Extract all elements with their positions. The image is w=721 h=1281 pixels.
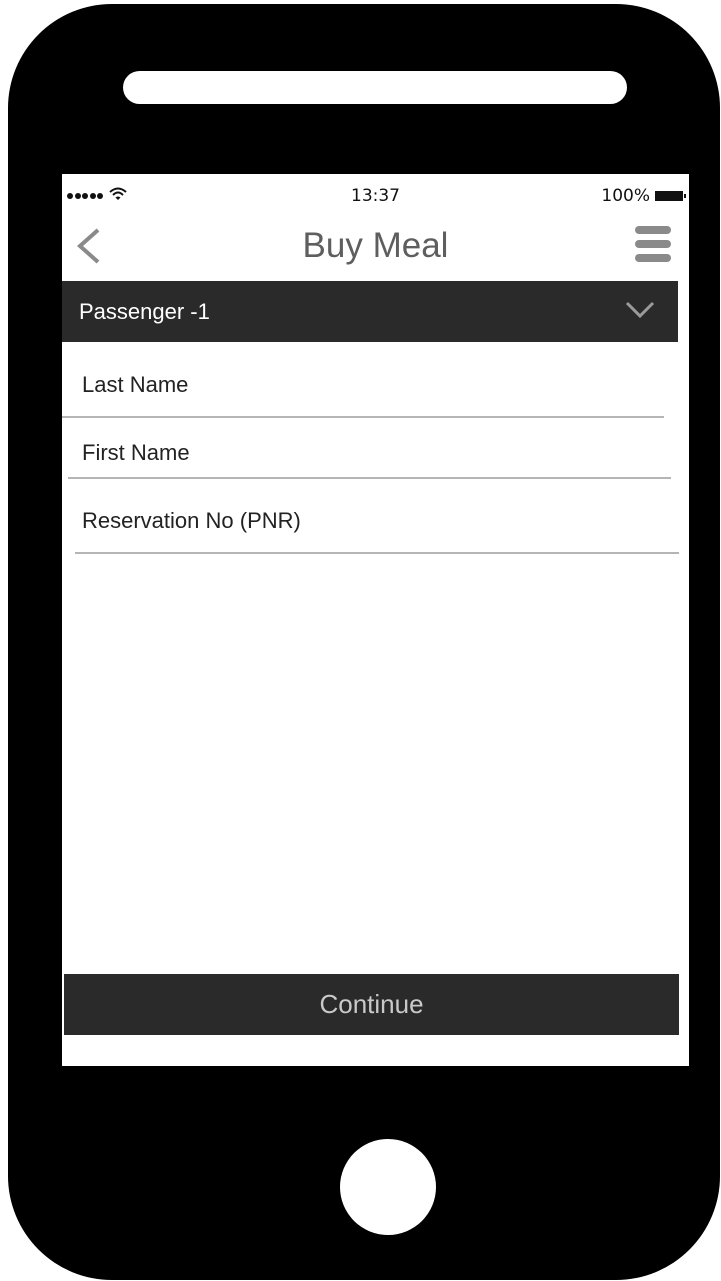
- field-underline: [62, 416, 664, 418]
- passenger-section-header[interactable]: Passenger -1: [62, 281, 678, 342]
- navigation-bar: Buy Meal: [62, 214, 689, 280]
- home-button[interactable]: [340, 1139, 436, 1235]
- phone-frame: 13:37 100% Buy Meal Passenger -1 Last Na…: [8, 4, 720, 1280]
- phone-speaker: [123, 71, 627, 104]
- battery-icon: [655, 191, 686, 201]
- first-name-field[interactable]: First Name: [82, 440, 190, 466]
- menu-button[interactable]: [635, 226, 671, 264]
- field-underline: [68, 477, 671, 479]
- last-name-field[interactable]: Last Name: [82, 372, 188, 398]
- hamburger-menu-icon: [635, 240, 671, 248]
- battery-percent: 100%: [601, 186, 650, 206]
- page-title: Buy Meal: [302, 226, 449, 265]
- hamburger-menu-icon: [635, 226, 671, 234]
- battery-status: 100%: [601, 186, 686, 206]
- phone-screen: 13:37 100% Buy Meal Passenger -1 Last Na…: [62, 174, 689, 1066]
- reservation-number-field[interactable]: Reservation No (PNR): [82, 508, 301, 534]
- status-time: 13:37: [351, 186, 400, 206]
- hamburger-menu-icon: [635, 254, 671, 262]
- status-bar: 13:37 100%: [62, 174, 689, 210]
- chevron-down-icon: [625, 301, 655, 319]
- continue-button[interactable]: Continue: [64, 974, 679, 1035]
- passenger-label: Passenger -1: [79, 299, 210, 324]
- field-underline: [75, 552, 679, 554]
